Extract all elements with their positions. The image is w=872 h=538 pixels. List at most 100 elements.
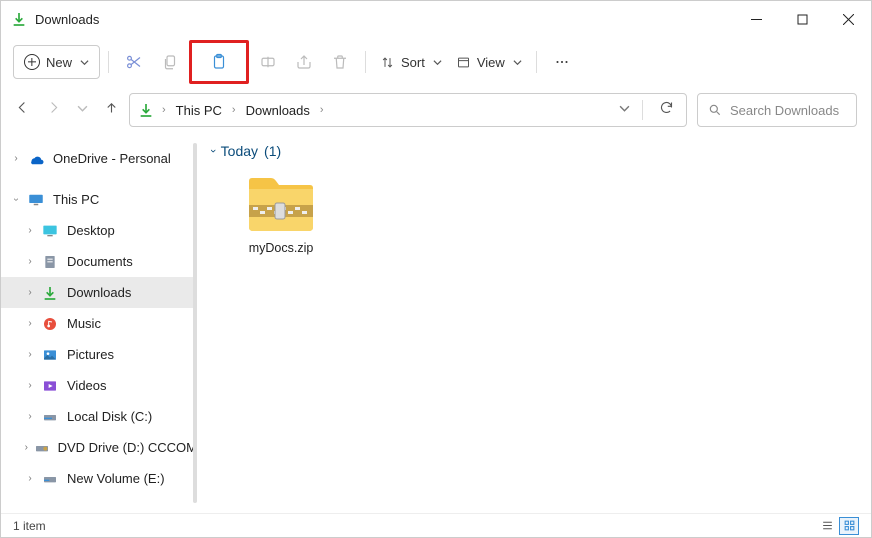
minimize-button[interactable]	[733, 1, 779, 37]
chevron-right-icon: ›	[160, 104, 168, 116]
sidebar-item-label: Documents	[67, 254, 133, 269]
sidebar-item-label: Local Disk (C:)	[67, 409, 152, 424]
sidebar-item-label: DVD Drive (D:) CCCOM	[58, 440, 197, 455]
group-count: (1)	[264, 143, 281, 159]
plus-circle-icon	[24, 54, 40, 70]
sidebar-item-pictures[interactable]: › Pictures	[1, 339, 197, 370]
separator	[365, 51, 366, 73]
chevron-right-icon[interactable]: ›	[9, 153, 23, 164]
sidebar-item-documents[interactable]: › Documents	[1, 246, 197, 277]
breadcrumb-root[interactable]: This PC	[174, 103, 224, 118]
recent-button[interactable]	[77, 101, 88, 119]
group-label: Today	[221, 143, 258, 159]
titlebar: Downloads	[1, 1, 871, 37]
refresh-button[interactable]	[655, 100, 678, 120]
sidebar-item-label: Music	[67, 316, 101, 331]
chevron-right-icon[interactable]: ›	[23, 380, 37, 391]
downloads-icon	[138, 102, 154, 118]
share-button[interactable]	[287, 45, 321, 79]
drive-icon	[41, 408, 59, 426]
chevron-right-icon[interactable]: ›	[23, 287, 37, 298]
group-header[interactable]: › Today (1)	[211, 143, 857, 159]
sidebar-item-local-disk-c[interactable]: › Local Disk (C:)	[1, 401, 197, 432]
item-count: 1 item	[13, 519, 46, 533]
chevron-down-icon[interactable]: ›	[11, 193, 22, 207]
sidebar-item-desktop[interactable]: › Desktop	[1, 215, 197, 246]
close-button[interactable]	[825, 1, 871, 37]
up-button[interactable]	[104, 100, 119, 120]
details-view-button[interactable]	[817, 517, 837, 535]
chevron-right-icon: ›	[318, 104, 326, 116]
chevron-right-icon[interactable]: ›	[23, 411, 37, 422]
new-label: New	[46, 55, 72, 70]
new-button[interactable]: New	[13, 45, 100, 79]
chevron-right-icon[interactable]: ›	[23, 256, 37, 267]
downloads-app-icon	[11, 11, 27, 27]
search-icon	[708, 103, 722, 117]
copy-button[interactable]	[153, 45, 187, 79]
separator	[108, 51, 109, 73]
paste-highlight	[189, 40, 249, 84]
toolbar: New Sort	[1, 37, 871, 87]
sidebar-item-label: Videos	[67, 378, 107, 393]
chevron-right-icon[interactable]: ›	[23, 442, 30, 453]
icons-view-button[interactable]	[839, 517, 859, 535]
chevron-right-icon[interactable]: ›	[23, 349, 37, 360]
delete-button[interactable]	[323, 45, 357, 79]
monitor-icon	[27, 191, 45, 209]
sidebar-item-label: Desktop	[67, 223, 115, 238]
sidebar-item-downloads[interactable]: › Downloads	[1, 277, 197, 308]
chevron-down-icon	[513, 58, 522, 67]
paste-icon	[210, 53, 228, 71]
videos-icon	[41, 377, 59, 395]
sidebar-item-new-volume-e[interactable]: › New Volume (E:)	[1, 463, 197, 494]
window-title: Downloads	[35, 12, 733, 27]
more-button[interactable]	[545, 45, 579, 79]
forward-button[interactable]	[46, 100, 61, 120]
ellipsis-icon	[553, 53, 571, 71]
sidebar-item-label: New Volume (E:)	[67, 471, 165, 486]
view-icon	[456, 55, 471, 70]
scissors-icon	[125, 53, 143, 71]
sidebar-item-label: Downloads	[67, 285, 131, 300]
dvd-icon	[34, 439, 50, 457]
pictures-icon	[41, 346, 59, 364]
sidebar-item-music[interactable]: › Music	[1, 308, 197, 339]
sidebar-item-thispc[interactable]: › This PC	[1, 184, 197, 215]
search-placeholder: Search Downloads	[730, 103, 839, 118]
content-area[interactable]: › Today (1)	[197, 133, 871, 513]
rename-icon	[259, 53, 277, 71]
separator	[536, 51, 537, 73]
sidebar-item-label: This PC	[53, 192, 99, 207]
address-bar[interactable]: › This PC › Downloads ›	[129, 93, 687, 127]
chevron-right-icon[interactable]: ›	[23, 225, 37, 236]
drive-icon	[41, 470, 59, 488]
address-dropdown[interactable]	[619, 101, 630, 119]
music-icon	[41, 315, 59, 333]
chevron-down-icon	[433, 58, 442, 67]
cut-button[interactable]	[117, 45, 151, 79]
downloads-icon	[41, 284, 59, 302]
sort-button[interactable]: Sort	[374, 45, 448, 79]
breadcrumb-current[interactable]: Downloads	[244, 103, 312, 118]
view-button[interactable]: View	[450, 45, 528, 79]
chevron-right-icon[interactable]: ›	[23, 318, 37, 329]
sidebar-item-label: OneDrive - Personal	[53, 151, 171, 166]
chevron-right-icon[interactable]: ›	[23, 473, 37, 484]
rename-button[interactable]	[251, 45, 285, 79]
navigation-sidebar: › OneDrive - Personal › This PC › Deskto…	[1, 133, 197, 513]
sidebar-item-onedrive[interactable]: › OneDrive - Personal	[1, 143, 197, 174]
paste-button[interactable]	[202, 45, 236, 79]
sidebar-item-videos[interactable]: › Videos	[1, 370, 197, 401]
sort-icon	[380, 55, 395, 70]
zip-folder-icon	[245, 175, 317, 235]
back-button[interactable]	[15, 100, 30, 120]
chevron-down-icon	[80, 58, 89, 67]
file-item[interactable]: myDocs.zip	[231, 175, 331, 255]
search-input[interactable]: Search Downloads	[697, 93, 857, 127]
sidebar-item-dvd-drive[interactable]: › DVD Drive (D:) CCCOM	[1, 432, 197, 463]
file-label: myDocs.zip	[249, 241, 314, 255]
onedrive-icon	[27, 150, 45, 168]
maximize-button[interactable]	[779, 1, 825, 37]
chevron-down-icon: ›	[207, 149, 219, 153]
